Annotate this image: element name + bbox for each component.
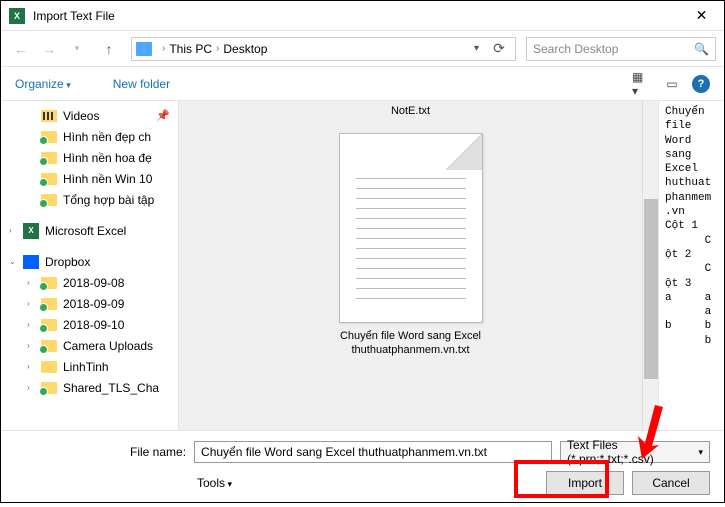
recent-dropdown[interactable]: ▾ bbox=[65, 37, 89, 61]
sidebar-item[interactable]: ›2018-09-10 bbox=[1, 314, 178, 335]
organize-menu[interactable]: Organize bbox=[15, 77, 71, 91]
filename-label: File name: bbox=[130, 445, 186, 459]
close-button[interactable]: ✕ bbox=[679, 1, 724, 31]
folder-icon bbox=[41, 194, 57, 206]
back-button[interactable]: ← bbox=[9, 37, 33, 61]
tools-menu[interactable]: Tools bbox=[197, 476, 232, 490]
window-title: Import Text File bbox=[33, 9, 679, 23]
expand-icon[interactable]: › bbox=[27, 299, 30, 308]
chevron-right-icon: › bbox=[216, 43, 219, 54]
folder-icon bbox=[136, 42, 152, 56]
refresh-button[interactable]: ⟳ bbox=[487, 37, 511, 61]
chevron-right-icon: › bbox=[162, 43, 165, 54]
dropbox-icon bbox=[23, 255, 39, 269]
files-list[interactable]: NotE.txt Chuyển file Word sang Excel thu… bbox=[179, 101, 642, 430]
footer: File name: Text Files (*.prn;*.txt;*.csv… bbox=[1, 430, 724, 507]
sidebar-item[interactable]: ›Shared_TLS_Cha bbox=[1, 377, 178, 398]
sidebar-item[interactable]: ›2018-09-08 bbox=[1, 272, 178, 293]
folder-icon bbox=[41, 152, 57, 164]
folder-icon bbox=[41, 340, 57, 352]
breadcrumb-this-pc[interactable]: This PC bbox=[169, 42, 212, 56]
preview-pane: Chuyển file Word sang Excel huthuat phan… bbox=[658, 101, 724, 430]
folder-icon bbox=[41, 131, 57, 143]
up-button[interactable]: ↑ bbox=[97, 37, 121, 61]
sidebar-item[interactable]: Hình nền Win 10 bbox=[1, 168, 178, 189]
view-mode-button[interactable]: ▦ ▾ bbox=[632, 74, 652, 94]
search-input[interactable]: Search Desktop 🔍 bbox=[526, 37, 716, 61]
folder-icon bbox=[41, 361, 57, 373]
cancel-button[interactable]: Cancel bbox=[632, 471, 710, 495]
scrollbar-vertical[interactable] bbox=[642, 101, 658, 430]
toolbar: Organize New folder ▦ ▾ ▭ ? bbox=[1, 67, 724, 101]
sidebar-item-excel[interactable]: ›XMicrosoft Excel bbox=[1, 220, 178, 241]
folder-icon bbox=[41, 277, 57, 289]
file-name: NotE.txt bbox=[262, 105, 558, 117]
file-name: Chuyển file Word sang Excel thuthuatphan… bbox=[262, 329, 558, 358]
expand-icon[interactable]: › bbox=[9, 226, 12, 235]
sidebar-item-dropbox[interactable]: ⌄Dropbox bbox=[1, 251, 178, 272]
expand-icon[interactable]: › bbox=[27, 320, 30, 329]
import-button[interactable]: Import bbox=[546, 471, 624, 495]
sidebar-item[interactable]: ›LinhTinh bbox=[1, 356, 178, 377]
sidebar-item[interactable]: Hình nền hoa đẹ bbox=[1, 147, 178, 168]
sidebar-item[interactable]: Hình nền đẹp ch bbox=[1, 126, 178, 147]
excel-icon: X bbox=[23, 223, 39, 239]
help-button[interactable]: ? bbox=[692, 75, 710, 93]
file-type-filter[interactable]: Text Files (*.prn;*.txt;*.csv) bbox=[560, 441, 710, 463]
forward-button[interactable]: → bbox=[37, 37, 61, 61]
breadcrumb-desktop[interactable]: Desktop bbox=[223, 42, 267, 56]
sidebar-tree: Videos📌 Hình nền đẹp ch Hình nền hoa đẹ … bbox=[1, 101, 179, 430]
filename-input[interactable] bbox=[194, 441, 552, 463]
file-thumbnail bbox=[339, 133, 483, 323]
expand-icon[interactable]: › bbox=[27, 362, 30, 371]
expand-icon[interactable]: › bbox=[27, 278, 30, 287]
sidebar-item[interactable]: ›Camera Uploads bbox=[1, 335, 178, 356]
expand-icon[interactable]: › bbox=[27, 341, 30, 350]
nav-bar: ← → ▾ ↑ › This PC › Desktop ▾ ⟳ Search D… bbox=[1, 31, 724, 67]
collapse-icon[interactable]: ⌄ bbox=[9, 257, 16, 266]
scrollbar-thumb[interactable] bbox=[644, 199, 658, 379]
folder-icon bbox=[41, 173, 57, 185]
breadcrumb-bar[interactable]: › This PC › Desktop ▾ ⟳ bbox=[131, 37, 516, 61]
expand-icon[interactable]: › bbox=[27, 383, 30, 392]
title-bar: X Import Text File ✕ bbox=[1, 1, 724, 31]
video-icon bbox=[41, 110, 57, 122]
sidebar-item[interactable]: ›2018-09-09 bbox=[1, 293, 178, 314]
search-icon: 🔍 bbox=[694, 42, 709, 56]
folder-icon bbox=[41, 382, 57, 394]
body-area: Videos📌 Hình nền đẹp ch Hình nền hoa đẹ … bbox=[1, 101, 724, 430]
sidebar-item[interactable]: Tổng hợp bài tập bbox=[1, 189, 178, 210]
app-icon: X bbox=[9, 8, 25, 24]
folder-icon bbox=[41, 319, 57, 331]
preview-pane-button[interactable]: ▭ bbox=[662, 74, 682, 94]
new-folder-button[interactable]: New folder bbox=[113, 77, 170, 91]
breadcrumb-dropdown-icon[interactable]: ▾ bbox=[468, 43, 485, 54]
sidebar-item-videos[interactable]: Videos📌 bbox=[1, 105, 178, 126]
file-item-selected[interactable]: Chuyển file Word sang Excel thuthuatphan… bbox=[262, 123, 558, 358]
folder-icon bbox=[41, 298, 57, 310]
search-placeholder: Search Desktop bbox=[533, 42, 618, 56]
pin-icon: 📌 bbox=[156, 109, 170, 122]
content-area: NotE.txt Chuyển file Word sang Excel thu… bbox=[179, 101, 724, 430]
